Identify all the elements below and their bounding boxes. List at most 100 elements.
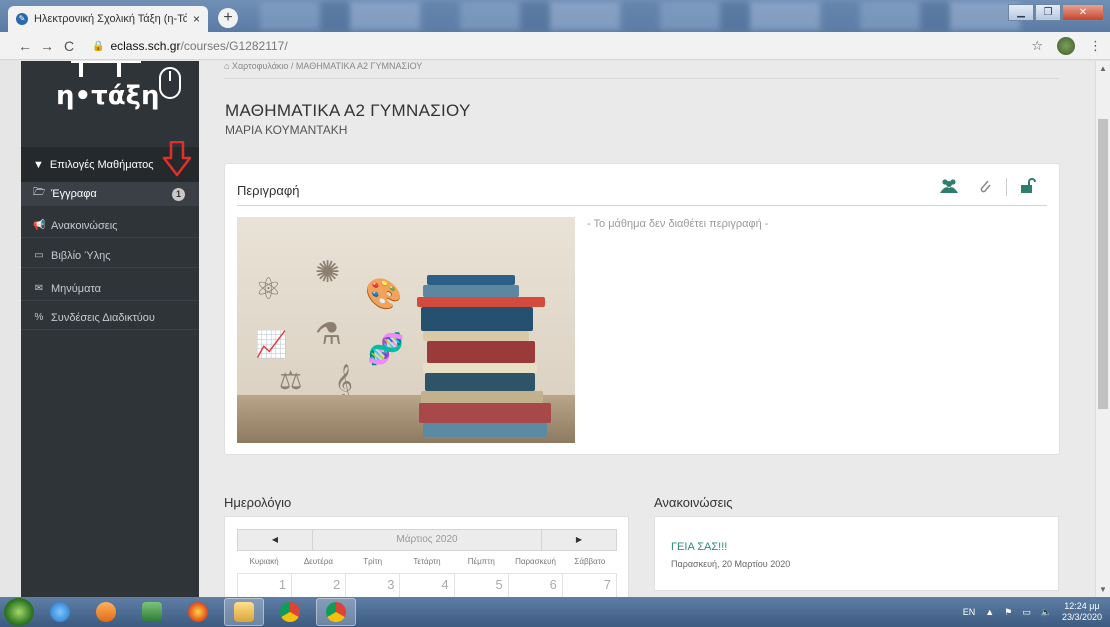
- breadcrumb-divider: [224, 78, 1059, 79]
- browser-tab[interactable]: ✎ Ηλεκτρονική Σχολική Τάξη (η-Τά ×: [8, 6, 208, 32]
- panel-tools: [940, 178, 1037, 196]
- users-icon[interactable]: [940, 178, 958, 196]
- chart-up-icon: 📈: [255, 329, 288, 359]
- weekday-label: Τρίτη: [363, 557, 383, 566]
- tray-expand-icon[interactable]: ▲: [985, 607, 994, 617]
- book: [425, 373, 535, 391]
- close-window-button[interactable]: ✕: [1062, 4, 1104, 21]
- taskbar-firefox[interactable]: [178, 598, 218, 626]
- logo-text: η•τάξη: [56, 81, 160, 111]
- media-player-icon: [96, 602, 116, 622]
- menu-icon[interactable]: ⋮: [1089, 38, 1102, 54]
- taskbar-clock[interactable]: 12:24 μμ 23/3/2020: [1062, 601, 1102, 623]
- calendar-month-label: Μάρτιος 2020: [313, 529, 541, 551]
- tab-close-icon[interactable]: ×: [193, 12, 200, 26]
- taskbar-chrome-2[interactable]: [316, 598, 356, 626]
- sidebar-item-label: Συνδέσεις Διαδικτύου: [51, 311, 155, 324]
- taskbar-explorer[interactable]: [224, 598, 264, 626]
- url-path: /courses/G1282117/: [180, 39, 288, 53]
- calendar-next-button[interactable]: ▶: [541, 529, 617, 551]
- sidebar-item-documents[interactable]: 🗁 Έγγραφα 1: [21, 182, 199, 206]
- scroll-up-icon[interactable]: ▲: [1099, 64, 1107, 73]
- chrome-icon: [326, 602, 346, 622]
- forward-button[interactable]: →: [36, 38, 58, 54]
- sidebar-item-syllabus[interactable]: ▭ Βιβλίο Ύλης: [21, 244, 199, 268]
- minimize-button[interactable]: ▁: [1008, 4, 1034, 21]
- sidebar-item-announcements[interactable]: 📢 Ανακοινώσεις: [21, 214, 199, 238]
- announcement-date: Παρασκευή, 20 Μαρτίου 2020: [671, 559, 791, 569]
- calendar-title: Ημερολόγιο: [224, 495, 292, 510]
- calendar-day-cell[interactable]: 2: [291, 573, 346, 597]
- announcement-link[interactable]: ΓΕΙΑ ΣΑΣ!!!: [671, 541, 727, 553]
- red-down-arrow-icon: [162, 141, 192, 177]
- windows-taskbar: EN ▲ ⚑ ▭ 🔈 12:24 μμ 23/3/2020: [0, 597, 1110, 627]
- eclass-favicon-icon: ✎: [16, 13, 28, 25]
- internet-explorer-icon: [50, 602, 70, 622]
- maximize-button[interactable]: ❐: [1035, 4, 1061, 21]
- atom-icon: ⚛: [255, 273, 282, 306]
- web-page: η•τάξη ▼ Επιλογές Μαθήματος 🗁 Έγγραφα 1 …: [0, 61, 1110, 597]
- breadcrumb[interactable]: ⌂ Χαρτοφυλάκιο / ΜΑΘΗΜΑΤΙΚΑ Α2 ΓΥΜΝΑΣΙΟΥ: [224, 61, 422, 75]
- sidebar-item-label: Βιβλίο Ύλης: [51, 249, 111, 262]
- book: [421, 391, 543, 403]
- book: [419, 403, 551, 423]
- address-toolbar: ← → C 🔒 eclass.sch.gr/courses/G1282117/ …: [0, 32, 1110, 60]
- megaphone-icon: 📢: [33, 220, 46, 231]
- gear-icon: ✺: [315, 256, 341, 289]
- sidebar: η•τάξη ▼ Επιλογές Μαθήματος 🗁 Έγγραφα 1 …: [21, 61, 199, 597]
- unlock-icon[interactable]: [1019, 178, 1037, 196]
- description-panel: Περιγραφή ⚛ ✺ 🎨 📈 ⚗ 🧬 ⚖ 𝄞 - Το μάθημα δε…: [224, 163, 1060, 455]
- volume-icon[interactable]: 🔈: [1041, 607, 1052, 618]
- dna-icon: 🧬: [367, 333, 405, 366]
- weekday-label: Παρασκευή: [515, 557, 556, 566]
- lock-icon: 🔒: [92, 40, 105, 52]
- calendar-day-cell[interactable]: 5: [453, 573, 508, 597]
- taskbar-chrome-1[interactable]: [270, 598, 310, 626]
- new-tab-button[interactable]: +: [218, 8, 238, 28]
- calendar-day-cell[interactable]: 4: [399, 573, 454, 597]
- sidebar-item-messages[interactable]: ✉ Μηνύματα: [21, 277, 199, 301]
- book: [423, 285, 519, 297]
- back-button[interactable]: ←: [14, 38, 36, 54]
- bookmark-star-icon[interactable]: ☆: [1031, 38, 1043, 54]
- calendar-prev-button[interactable]: ◀: [237, 529, 313, 551]
- profile-avatar[interactable]: [1057, 37, 1075, 55]
- calendar-day-cell[interactable]: 7: [561, 573, 617, 597]
- calendar-day-cell[interactable]: 1: [237, 573, 292, 597]
- folder-open-icon: 🗁: [33, 187, 46, 198]
- url-bar[interactable]: 🔒 eclass.sch.gr/courses/G1282117/: [92, 36, 1052, 56]
- site-logo[interactable]: η•τάξη: [51, 61, 191, 141]
- start-button[interactable]: [4, 598, 34, 626]
- page-gutter: [0, 61, 21, 597]
- page-scrollbar[interactable]: ▲ ▼: [1095, 61, 1110, 597]
- taskbar-media[interactable]: [86, 598, 126, 626]
- chevron-down-icon: ▼: [33, 158, 44, 171]
- people-icon: [71, 61, 141, 77]
- taskbar-excel[interactable]: [132, 598, 172, 626]
- course-image: ⚛ ✺ 🎨 📈 ⚗ 🧬 ⚖ 𝄞: [237, 217, 575, 443]
- weekday-label: Σάββατο: [574, 557, 606, 566]
- tools-divider: [1006, 178, 1007, 196]
- excel-icon: [142, 602, 162, 622]
- flag-icon[interactable]: ⚑: [1004, 607, 1012, 618]
- folder-icon: [234, 602, 254, 622]
- taskbar-ie[interactable]: [40, 598, 80, 626]
- scales-icon: ⚖: [279, 365, 303, 395]
- reload-button[interactable]: C: [58, 38, 80, 54]
- weekday-label: Κυριακή: [249, 557, 279, 566]
- panel-divider: [237, 205, 1047, 206]
- paperclip-icon[interactable]: [976, 178, 994, 196]
- sidebar-item-links[interactable]: % Συνδέσεις Διαδικτύου: [21, 306, 199, 330]
- calendar-day-cell[interactable]: 6: [507, 573, 562, 597]
- calendar-day-cell[interactable]: 3: [345, 573, 400, 597]
- scroll-down-icon[interactable]: ▼: [1099, 585, 1107, 594]
- book: [417, 297, 545, 307]
- calendar-weekdays: Κυριακή Δευτέρα Τρίτη Τετάρτη Πέμπτη Παρ…: [237, 557, 617, 566]
- language-indicator[interactable]: EN: [963, 607, 976, 617]
- clock-date: 23/3/2020: [1061, 612, 1102, 622]
- scrollbar-thumb[interactable]: [1098, 119, 1108, 409]
- window-controls: ▁ ❐ ✕: [1008, 4, 1104, 21]
- weekday-label: Πέμπτη: [467, 557, 495, 566]
- clock-time: 12:24 μμ: [1064, 601, 1100, 611]
- network-icon[interactable]: ▭: [1022, 607, 1031, 618]
